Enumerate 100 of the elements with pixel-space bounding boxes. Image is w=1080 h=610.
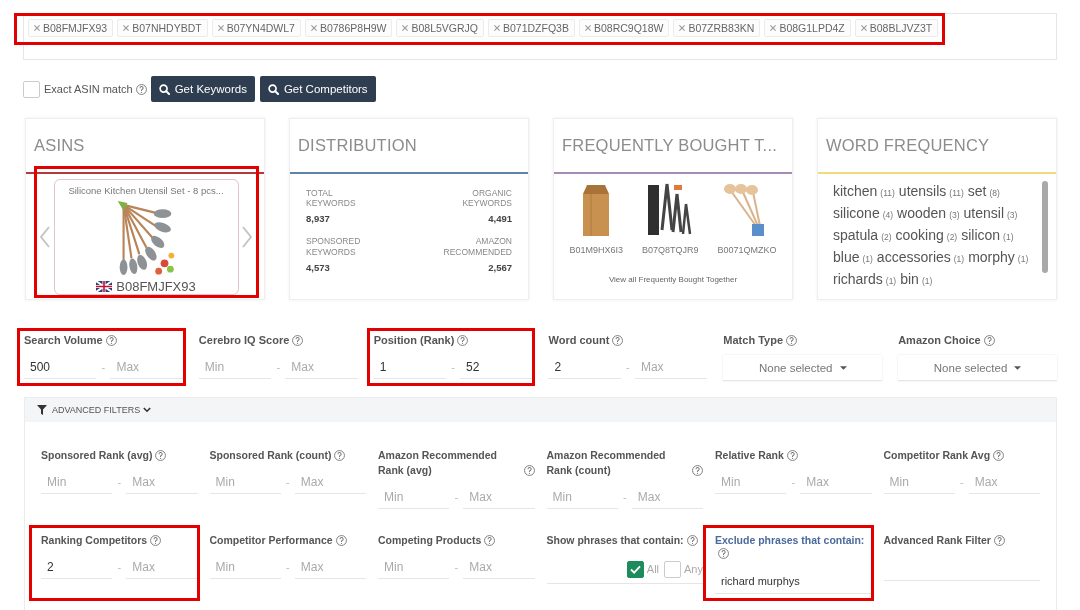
word-count: (2) [881,232,892,242]
chevron-right-icon[interactable] [242,226,252,248]
word-term[interactable]: silicone [833,205,880,221]
advanced-filters-toggle[interactable]: ADVANCED FILTERS [25,398,1056,422]
stat-value: 4,491 [488,213,512,225]
checkbox[interactable] [664,560,682,578]
asin-tag[interactable]: B07YN4DWL7 [211,19,301,37]
asin-tag[interactable]: B07NHDYBDT [117,19,208,37]
range-separator: - [453,561,460,573]
help-icon[interactable] [686,535,698,546]
help-icon[interactable] [135,83,147,95]
asin-tag[interactable]: B08G1LPD4Z [764,19,851,37]
word-term[interactable]: wooden [897,205,947,221]
filter-label: Show phrases that contain: [546,533,684,548]
filter-label: Amazon Recommended Rank (avg) [378,448,499,478]
remove-icon[interactable] [770,25,777,31]
asin-tag[interactable]: B08BLJVZ3T [854,19,939,37]
get-competitors-button[interactable]: Get Competitors [259,76,376,102]
range-separator: - [450,361,456,373]
remove-icon[interactable] [34,25,40,31]
view-all-link[interactable]: View all Frequently Bought Together [608,275,738,284]
word-term[interactable]: utensils [898,183,947,199]
caret-icon [1014,365,1022,370]
help-icon[interactable] [993,450,1005,461]
asin-label: B0071QMZKO [717,245,777,255]
help-icon[interactable] [786,335,798,346]
card-title: FREQUENTLY BOUGHT T... [562,136,777,155]
word-term[interactable]: morphy [968,249,1015,265]
stat-label: TOTAL KEYWORDS [306,188,356,209]
range-separator: - [284,476,291,488]
word-count: (3) [949,210,960,220]
filter-label: Position (Rank) [373,333,455,348]
range-separator: - [116,476,123,488]
help-icon[interactable] [105,335,117,346]
checkbox[interactable] [626,560,644,578]
chevron-left-icon[interactable] [40,226,50,248]
word-term[interactable]: blue [833,249,860,265]
scrollbar[interactable] [1042,181,1048,273]
help-icon[interactable] [523,465,535,476]
stat-label: AMAZON RECOMMENDED [443,236,512,257]
asin-tag[interactable]: B08RC9Q18W [578,19,670,37]
remove-icon[interactable] [494,25,500,31]
help-icon[interactable] [150,535,162,546]
word-count: (1) [921,276,933,286]
help-icon[interactable] [983,335,995,346]
word-term[interactable]: accessories [876,249,951,265]
remove-icon[interactable] [860,25,867,31]
filter-icon [37,405,47,415]
range-separator: - [284,561,291,573]
stat-value: 8,937 [306,213,330,225]
asin-label: B08FMJFX93 [116,279,196,294]
remove-icon[interactable] [679,25,686,31]
word-term[interactable]: richards [833,271,883,287]
help-icon[interactable] [292,335,304,346]
asin-tag[interactable]: B07ZRB83KN [673,19,761,37]
range-separator: - [625,361,631,373]
product-card[interactable]: Silicone Kitchen Utensil Set - 8 pcs... B08FMJFX93 [53,179,239,295]
word-term[interactable]: silicon [961,227,1001,243]
word-term[interactable]: kitchen [833,183,878,199]
word-term[interactable]: spatula [833,227,879,243]
help-icon[interactable] [484,535,496,546]
remove-icon[interactable] [123,25,130,31]
remove-icon[interactable] [310,25,317,31]
help-icon[interactable] [692,465,703,476]
word-count: (1) [953,254,965,264]
checkbox-label: Any [684,563,703,575]
word-count: (1) [1003,232,1014,242]
word-term[interactable]: utensil [963,205,1004,221]
filter-label: Competitor Performance [209,533,333,548]
asin-tag[interactable]: B08L5VGRJQ [396,19,484,37]
asin-tag[interactable]: B08FMJFX93 [28,19,114,37]
help-icon[interactable] [457,335,469,346]
help-icon[interactable] [155,450,167,461]
remove-icon[interactable] [217,25,224,31]
asin-tag[interactable]: B071DZFQ3B [488,19,575,37]
word-count: (3) [1007,210,1018,220]
remove-icon[interactable] [402,25,409,31]
help-icon[interactable] [993,535,1005,546]
help-icon[interactable] [335,535,347,546]
word-count: (11) [949,188,964,198]
filter-label: Competing Products [378,533,482,548]
range-separator: - [790,476,797,488]
help-icon[interactable] [334,450,346,461]
checkbox[interactable] [23,80,40,98]
word-term[interactable]: set [967,183,987,199]
help-icon[interactable] [718,548,729,559]
product-title: Silicone Kitchen Utensil Set - 8 pcs... [68,185,224,196]
filter-label: Word count [548,333,610,348]
dropdown[interactable]: None selected [723,355,883,381]
word-count: (1) [885,276,897,286]
dropdown[interactable]: None selected [898,355,1057,381]
asin-tag[interactable]: B0786P8H9W [304,19,393,37]
help-icon[interactable] [786,450,798,461]
get-keywords-button[interactable]: Get Keywords [150,76,255,102]
remove-icon[interactable] [584,25,591,31]
word-term[interactable]: bin [900,271,919,287]
search-icon [158,83,170,95]
help-icon[interactable] [612,335,624,346]
word-term[interactable]: cooking [895,227,944,243]
range-separator: - [116,561,123,573]
